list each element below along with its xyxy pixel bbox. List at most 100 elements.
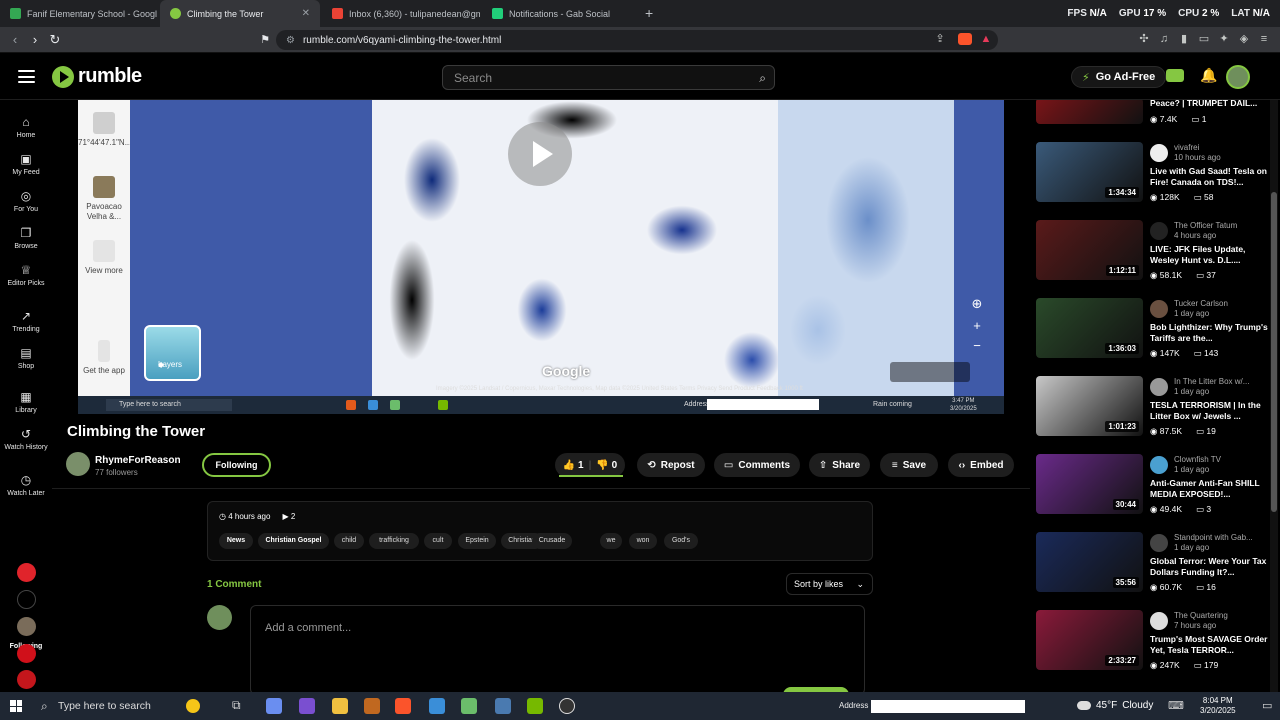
followed-channel-avatar[interactable] [17,590,36,609]
related-video-card[interactable]: 2:33:27 The Quartering 7 hours ago Trump's … [1036,610,1270,672]
channel-name[interactable]: Standpoint with Gab... [1174,533,1270,542]
channel-avatar[interactable] [1150,300,1168,318]
media-icon[interactable]: ♫ [1158,33,1170,45]
brave-rewards-icon[interactable]: ▲ [980,33,992,45]
hamburger-menu-icon[interactable] [18,70,35,83]
comments-button[interactable]: ▭ Comments [714,453,800,477]
channel-name[interactable]: RhymeForReason [95,455,181,466]
app-icon[interactable] [429,698,445,714]
tag-chip[interactable]: trafficking [369,533,419,549]
tag-chip[interactable]: Christian Gospel [258,533,329,549]
reload-icon[interactable]: ↻ [47,32,63,48]
nav-item-editor-picks[interactable]: ♕ Editor Picks [0,263,52,288]
taskbar-weather[interactable]: 45°F Cloudy [1077,700,1153,711]
extensions-icon[interactable]: ✣ [1138,33,1150,45]
map-type-strip[interactable] [890,362,970,382]
wallet-icon[interactable]: ▭ [1198,33,1210,45]
app-icon[interactable] [461,698,477,714]
related-video-card[interactable]: 1:12:11 The Officer Tatum 4 hours ago LIVE:… [1036,220,1270,282]
followed-channel-avatar[interactable] [17,670,36,689]
app-icon[interactable] [364,698,380,714]
channel-name[interactable]: Tucker Carlson [1174,299,1270,308]
url-bar[interactable]: ⚙ rumble.com/v6qyami-climbing-the-tower.… [276,30,998,50]
related-video-card[interactable]: 1:34:34 vivafrei 10 hours ago Live with Gad… [1036,142,1270,204]
tag-chip[interactable]: God's [664,533,698,549]
comment-input[interactable]: Add a comment... [250,605,865,695]
taskbar-address-input[interactable] [871,700,1025,713]
maps-get-app[interactable]: Get the app [78,340,130,376]
nav-item-trending[interactable]: ↗ Trending [0,309,52,334]
share-button[interactable]: ⇧ Share [809,453,870,477]
following-button[interactable]: Following [202,453,271,477]
bookmark-icon[interactable]: ⚑ [257,32,273,48]
task-view-icon[interactable]: ⧉ [232,698,248,714]
brave-taskbar-icon[interactable] [395,698,411,714]
menu-icon[interactable]: ≡ [1258,33,1270,45]
browser-tab[interactable]: Inbox (6,360) - tulipanedean@gma [322,0,480,27]
video-thumbnail[interactable]: 1:12:11 [1036,220,1143,280]
copilot-icon[interactable] [266,698,282,714]
nvidia-icon[interactable] [527,698,543,714]
file-explorer-icon[interactable] [332,698,348,714]
vpn-icon[interactable]: ◈ [1238,33,1250,45]
video-thumbnail[interactable]: 35:56 [1036,532,1143,592]
channel-avatar[interactable] [1150,612,1168,630]
related-video-title[interactable]: Trump's Most SAVAGE Order Yet, Tesla TER… [1150,634,1270,656]
video-thumbnail[interactable]: 1:36:03 [1036,298,1143,358]
app-icon[interactable] [299,698,315,714]
sidebar-icon[interactable]: ▮ [1178,33,1190,45]
browser-tab[interactable]: Fanif Elementary School - Google M [0,0,157,27]
related-video-card[interactable]: 30:44 Clownfish TV 1 day ago Anti-Gamer Ant… [1036,454,1270,516]
leo-icon[interactable]: ✦ [1218,33,1230,45]
taskbar-clock[interactable]: 8:04 PM 3/20/2025 [1200,696,1236,716]
tag-chip[interactable]: News [219,533,253,549]
repost-button[interactable]: ⟲ Repost [637,453,705,477]
forward-icon[interactable]: › [27,32,43,48]
video-thumbnail[interactable]: 30:44 [1036,454,1143,514]
related-video-card[interactable]: 1:01:23 In The Litter Box w/... 1 day ago T… [1036,376,1270,438]
rail-scrollbar-thumb[interactable] [1271,192,1277,512]
channel-avatar[interactable] [1150,144,1168,162]
nav-item-watch-later[interactable]: ◷ Watch Later [0,473,52,498]
channel-name[interactable]: The Officer Tatum [1174,221,1270,230]
channel-avatar[interactable] [66,452,90,476]
zoom-in-icon[interactable]: + [966,316,988,336]
tag-chip[interactable]: Epstein [458,533,496,549]
maps-saved-place[interactable]: 71°44'47.1"N... [78,112,131,148]
share-icon[interactable]: ⇪ [934,33,946,45]
media-player-icon[interactable] [559,698,575,714]
layers-button[interactable]: ◆ Layers [144,325,201,381]
site-info-icon[interactable]: ⚙ [286,35,295,46]
followed-channel-avatar[interactable] [17,644,36,663]
related-video-title[interactable]: Global Terror: Were Your Tax Dollars Fun… [1150,556,1270,578]
maps-saved-place[interactable]: Pavoacao Velha &... [78,176,130,222]
tag-chip[interactable]: Crusade [532,533,572,549]
related-video-title[interactable]: LIVE: JFK Files Update, Wesley Hunt vs. … [1150,244,1270,266]
channel-avatar[interactable] [1150,222,1168,240]
notifications-bell-icon[interactable]: 🔔 [1200,67,1217,84]
nav-item-for-you[interactable]: ◎ For You [0,189,52,214]
related-video-title[interactable]: TESLA TERRORISM | In the Litter Box w/ J… [1150,400,1270,422]
go-ad-free-button[interactable]: ⚡ Go Ad-Free [1071,66,1167,88]
channel-name[interactable]: Clownfish TV [1174,455,1270,464]
related-video-title[interactable]: Bob Lighthizer: Why Trump's Tariffs are … [1150,322,1270,344]
nav-item-watch-history[interactable]: ↺ Watch History [0,427,52,452]
back-icon[interactable]: ‹ [7,32,23,48]
followed-channel-avatar[interactable] [17,617,36,636]
tag-chip[interactable]: won [629,533,657,549]
tag-chip[interactable]: child [334,533,364,549]
sort-dropdown[interactable]: Sort by likes ⌄ [786,573,873,595]
channel-name[interactable]: In The Litter Box w/... [1174,377,1270,386]
related-video-title[interactable]: Live with Gad Saad! Tesla on Fire! Canad… [1150,166,1270,188]
zoom-out-icon[interactable]: − [966,336,988,356]
calculator-icon[interactable] [495,698,511,714]
nav-item-browse[interactable]: ❐ Browse [0,226,52,251]
maps-view-more[interactable]: View more [78,240,130,276]
video-thumbnail[interactable]: 1:34:34 [1036,142,1143,202]
upload-camera-icon[interactable] [1166,69,1184,82]
followed-channel-avatar[interactable] [17,563,36,582]
windows-start-icon[interactable] [10,700,22,712]
user-avatar[interactable] [1226,65,1250,89]
save-button[interactable]: ≡ Save [880,453,938,477]
notification-center-icon[interactable]: ▭ [1262,699,1272,712]
